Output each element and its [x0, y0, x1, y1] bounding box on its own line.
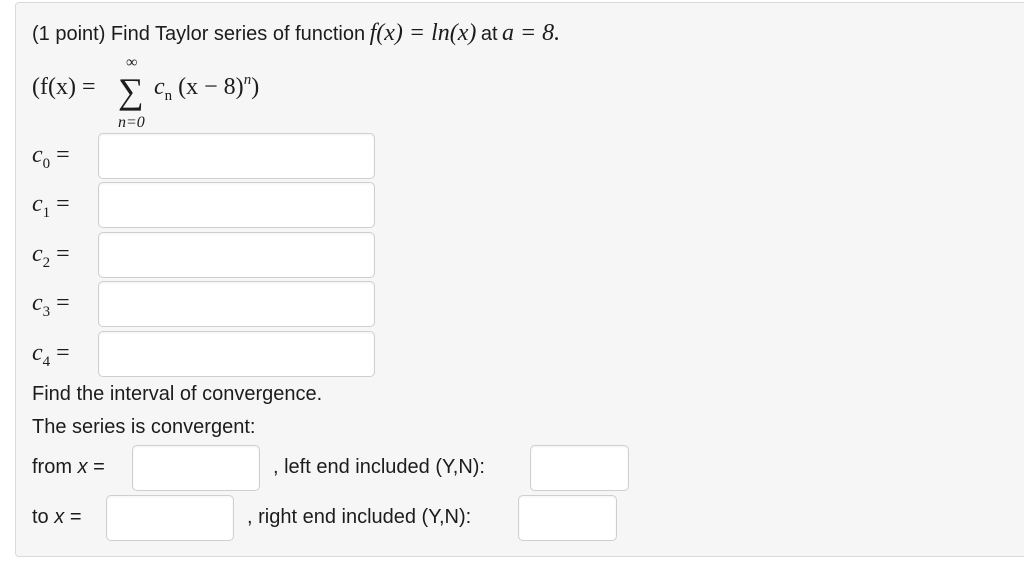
coefficient-label-c1: c1 =	[32, 191, 70, 221]
c2-input[interactable]	[98, 232, 375, 278]
c1-input[interactable]	[98, 182, 375, 228]
from-label: from x =	[32, 456, 105, 478]
coefficient-label-c0: c0 =	[32, 142, 70, 172]
point-a-expression: a = 8.	[501, 20, 561, 46]
c4-input[interactable]	[98, 331, 375, 377]
c3-input[interactable]	[98, 281, 375, 327]
function-expression: f(x) = ln(x)	[369, 20, 477, 46]
sum-symbol: ∑	[118, 71, 144, 111]
at-text: at	[480, 23, 498, 45]
right-end-included-input[interactable]	[518, 495, 617, 541]
sum-lower-limit: n=0	[118, 114, 145, 131]
problem-statement: (1 point) Find Taylor series of function…	[32, 20, 560, 47]
interval-heading: Find the interval of convergence.	[32, 383, 323, 405]
coefficient-label-c2: c2 =	[32, 241, 70, 271]
left-end-included-input[interactable]	[530, 445, 629, 491]
to-label: to x =	[32, 506, 82, 528]
left-end-label: , left end included (Y,N):	[273, 456, 485, 478]
series-term: cn (x − 8)n)	[154, 72, 260, 104]
to-x-input[interactable]	[106, 495, 234, 541]
from-x-input[interactable]	[132, 445, 260, 491]
convergent-subheading: The series is convergent:	[32, 416, 256, 438]
coefficient-label-c4: c4 =	[32, 340, 70, 370]
problem-text: (1 point) Find Taylor series of function	[32, 23, 366, 45]
c0-input[interactable]	[98, 133, 375, 179]
coefficient-label-c3: c3 =	[32, 290, 70, 320]
right-end-label: , right end included (Y,N):	[247, 506, 472, 528]
series-open: (f(x) =	[32, 74, 96, 100]
series-formula: (f(x) = ∞ ∑ n=0 cn (x − 8)n)	[32, 54, 332, 136]
